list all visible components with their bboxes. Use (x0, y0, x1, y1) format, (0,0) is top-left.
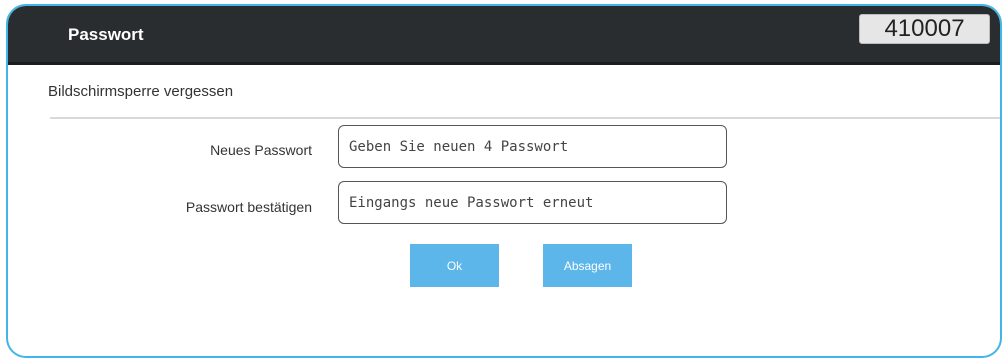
ok-button[interactable]: Ok (410, 244, 499, 287)
code-badge: 410007 (859, 14, 990, 44)
dialog-subtitle: Bildschirmsperre vergessen (48, 83, 234, 100)
confirm-password-label: Passwort bestätigen (185, 199, 312, 215)
new-password-label: Neues Passwort (210, 142, 312, 158)
header-title: Passwort (68, 25, 144, 44)
cancel-button[interactable]: Absagen (543, 244, 632, 287)
header-bar: Passwort (8, 6, 1000, 65)
password-dialog-frame: Passwort Bildschirmsperre vergessen Neue… (6, 4, 1002, 358)
new-password-input[interactable] (338, 125, 727, 168)
confirm-password-input[interactable] (338, 181, 727, 224)
divider (50, 117, 1000, 119)
